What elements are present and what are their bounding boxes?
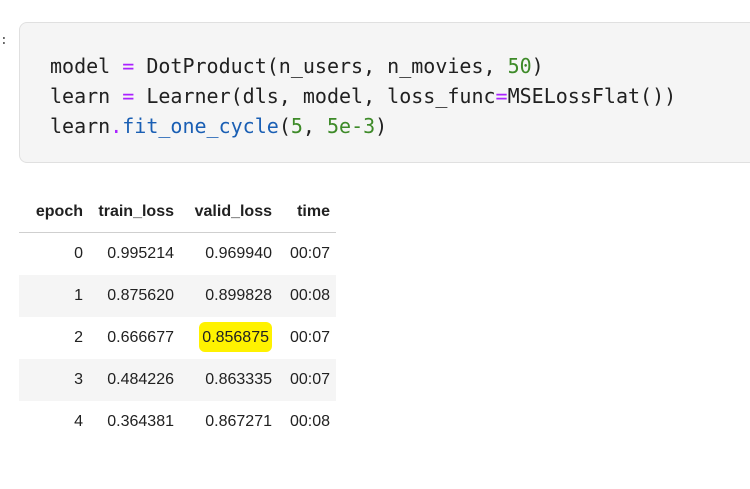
time-cell: 00:08 xyxy=(289,413,330,430)
table-header-row: epoch train_loss valid_loss time xyxy=(19,192,336,233)
code-line-2: learn = Learner(dls, model, loss_func=MS… xyxy=(50,81,676,111)
code-token: fit_one_cycle xyxy=(122,114,279,138)
train-loss-cell: 0.995214 xyxy=(107,245,174,262)
code-token: , xyxy=(302,114,327,138)
train-loss-cell: 0.364381 xyxy=(107,413,174,430)
code-token: = xyxy=(495,84,508,108)
valid-loss-cell: 0.863335 xyxy=(180,359,278,401)
time-cell: 00:08 xyxy=(278,275,336,317)
code-token: MSELossFlat()) xyxy=(507,84,677,108)
train-loss-cell: 0.484226 xyxy=(87,359,180,401)
epoch-cell: 2 xyxy=(74,329,83,346)
table-row: 0 0.995214 0.969940 00:07 xyxy=(19,233,336,276)
valid-loss-cell: 0.899828 xyxy=(180,275,278,317)
epoch-cell: 0 xyxy=(74,245,83,262)
highlight-marker: 0.856875 xyxy=(199,322,272,352)
code-token: model xyxy=(50,54,123,78)
code-token: . xyxy=(110,114,123,138)
table-row: 4 0.364381 0.867271 00:08 xyxy=(19,401,336,443)
table-row: 1 0.875620 0.899828 00:08 xyxy=(19,275,336,317)
column-header-valid-loss: valid_loss xyxy=(180,192,278,233)
valid-loss-cell-highlighted: 0.856875 xyxy=(180,317,278,359)
table-row: 3 0.484226 0.863335 00:07 xyxy=(19,359,336,401)
code-token: ) xyxy=(375,114,388,138)
time-cell: 00:07 xyxy=(289,329,330,346)
code-token: Learner(dls, model, loss_func xyxy=(134,84,496,108)
code-token: learn xyxy=(50,84,123,108)
code-token: 50 xyxy=(507,54,532,78)
column-header-epoch: epoch xyxy=(19,192,87,233)
training-results-table: epoch train_loss valid_loss time 0 0.995… xyxy=(19,192,336,443)
cell-prompt-marker: : xyxy=(0,33,8,48)
code-line-3: learn.fit_one_cycle(5, 5e-3) xyxy=(50,111,676,141)
code-line-1: model = DotProduct(n_users, n_movies, 50… xyxy=(50,51,676,81)
time-cell: 00:07 xyxy=(278,359,336,401)
code-token: ( xyxy=(278,114,291,138)
train-loss-cell: 0.875620 xyxy=(87,275,180,317)
train-loss-cell: 0.666677 xyxy=(107,329,174,346)
code-token: = xyxy=(122,84,135,108)
column-header-train-loss: train_loss xyxy=(87,192,180,233)
valid-loss-cell: 0.867271 xyxy=(205,413,272,430)
epoch-cell: 4 xyxy=(74,413,83,430)
code-token: 5 xyxy=(290,114,303,138)
epoch-cell: 3 xyxy=(19,359,87,401)
column-header-time: time xyxy=(278,192,336,233)
code-cell[interactable]: model = DotProduct(n_users, n_movies, 50… xyxy=(19,22,750,163)
valid-loss-cell: 0.969940 xyxy=(205,245,272,262)
table-row: 2 0.666677 0.856875 00:07 xyxy=(19,317,336,359)
time-cell: 00:07 xyxy=(289,245,330,262)
code-editor[interactable]: model = DotProduct(n_users, n_movies, 50… xyxy=(50,51,676,141)
code-token: learn xyxy=(50,114,111,138)
code-token: = xyxy=(122,54,135,78)
epoch-cell: 1 xyxy=(19,275,87,317)
code-token: 5e-3 xyxy=(327,114,376,138)
code-token: ) xyxy=(531,54,544,78)
code-token: DotProduct(n_users, n_movies, xyxy=(134,54,508,78)
